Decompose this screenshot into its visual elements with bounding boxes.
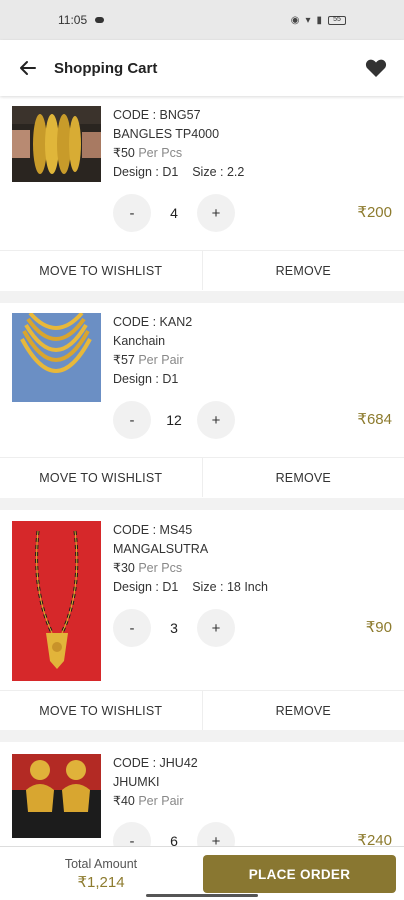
decrease-qty-button[interactable]: - <box>113 194 151 232</box>
total-amount-block: Total Amount ₹1,214 <box>0 857 202 891</box>
product-design: Design : D1 <box>113 165 179 179</box>
product-info: CODE : MS45 MANGALSUTRA ₹30 Per Pcs Desi… <box>113 521 268 597</box>
app-bar: Shopping Cart <box>0 40 404 96</box>
quantity-stepper: - 4 + <box>113 194 235 232</box>
product-price-line: ₹50 Per Pcs <box>113 144 244 163</box>
product-info: CODE : JHU42 JHUMKI ₹40 Per Pair <box>113 754 198 811</box>
product-spec-line: Design : D1 Size : 18 Inch <box>113 578 268 597</box>
quantity-value: 3 <box>170 620 178 636</box>
product-unit: Per Pair <box>138 353 184 367</box>
cart-list[interactable]: CODE : BNG57 BANGLES TP4000 ₹50 Per Pcs … <box>0 96 404 846</box>
move-to-wishlist-button[interactable]: MOVE TO WISHLIST <box>0 251 202 290</box>
notification-icon <box>95 17 105 23</box>
quantity-value: 12 <box>166 412 182 428</box>
product-price-line: ₹30 Per Pcs <box>113 559 268 578</box>
increase-qty-button[interactable]: + <box>197 194 235 232</box>
total-amount-value: ₹1,214 <box>77 873 125 891</box>
product-unit: Per Pair <box>138 794 184 808</box>
product-name: MANGALSUTRA <box>113 542 209 556</box>
hotspot-icon: ◉ <box>290 14 300 26</box>
signal-icon: ▮ <box>316 14 322 26</box>
item-actions: MOVE TO WISHLIST REMOVE <box>0 457 404 497</box>
product-image[interactable] <box>12 313 101 402</box>
product-unit: Per Pcs <box>138 561 183 575</box>
item-actions: MOVE TO WISHLIST REMOVE <box>0 690 404 730</box>
status-time: 11:05 <box>58 13 88 27</box>
product-info: CODE : BNG57 BANGLES TP4000 ₹50 Per Pcs … <box>113 106 244 182</box>
increase-qty-button[interactable]: + <box>197 401 235 439</box>
cart-item: CODE : BNG57 BANGLES TP4000 ₹50 Per Pcs … <box>0 96 404 291</box>
wishlist-button[interactable] <box>362 54 390 82</box>
page-title: Shopping Cart <box>54 59 158 77</box>
quantity-value: 6 <box>170 833 178 846</box>
product-size: Size : 2.2 <box>192 165 245 179</box>
decrease-qty-button[interactable]: - <box>113 401 151 439</box>
remove-button[interactable]: REMOVE <box>201 691 404 730</box>
product-info: CODE : KAN2 Kanchain ₹57 Per Pair Design… <box>113 313 192 389</box>
product-code: CODE : MS45 <box>113 523 193 537</box>
arrow-left-icon <box>20 61 36 75</box>
product-design: Design : D1 <box>113 372 179 386</box>
status-icons: ◉ ▾ ▮ 55 <box>291 15 346 26</box>
item-total: ₹90 <box>365 619 392 636</box>
heart-icon <box>365 59 387 77</box>
wifi-icon: ▾ <box>305 14 311 26</box>
quantity-stepper: - 12 + <box>113 401 235 439</box>
product-name: BANGLES TP4000 <box>113 127 220 141</box>
product-design: Design : D1 <box>113 580 179 594</box>
total-amount-label: Total Amount <box>64 856 138 871</box>
quantity-stepper: - 3 + <box>113 609 235 647</box>
move-to-wishlist-button[interactable]: MOVE TO WISHLIST <box>0 458 202 497</box>
battery-icon: 55 <box>328 15 346 25</box>
increase-qty-button[interactable]: + <box>197 609 235 647</box>
product-spec-line: Design : D1 Size : 2.2 <box>113 163 244 182</box>
remove-button[interactable]: REMOVE <box>201 458 404 497</box>
quantity-stepper: - 6 + <box>113 822 235 846</box>
product-code: CODE : JHU42 <box>113 756 198 770</box>
move-to-wishlist-button[interactable]: MOVE TO WISHLIST <box>0 691 202 730</box>
product-code: CODE : KAN2 <box>113 315 193 329</box>
product-price-line: ₹40 Per Pair <box>113 792 198 811</box>
product-image[interactable] <box>12 521 101 681</box>
product-code: CODE : BNG57 <box>113 108 201 122</box>
product-unit: Per Pcs <box>138 146 183 160</box>
product-price: ₹57 <box>113 353 135 367</box>
increase-qty-button[interactable]: + <box>197 822 235 846</box>
product-image[interactable] <box>12 754 101 838</box>
decrease-qty-button[interactable]: - <box>113 822 151 846</box>
product-image[interactable] <box>12 106 101 182</box>
decrease-qty-button[interactable]: - <box>113 609 151 647</box>
item-actions: MOVE TO WISHLIST REMOVE <box>0 250 404 290</box>
product-price: ₹50 <box>113 146 135 160</box>
status-time-group: 11:05 <box>58 13 105 27</box>
product-price-line: ₹57 Per Pair <box>113 351 192 370</box>
product-price: ₹40 <box>113 794 135 808</box>
product-spec-line: Design : D1 <box>113 370 192 389</box>
gesture-bar[interactable] <box>146 894 258 897</box>
product-name: JHUMKI <box>113 775 160 789</box>
product-size: Size : 18 Inch <box>192 580 268 594</box>
back-button[interactable] <box>14 54 42 82</box>
item-total: ₹240 <box>357 832 392 846</box>
item-total: ₹200 <box>357 204 392 221</box>
cart-item: CODE : KAN2 Kanchain ₹57 Per Pair Design… <box>0 303 404 498</box>
cart-item: CODE : JHU42 JHUMKI ₹40 Per Pair - 6 + ₹… <box>0 742 404 846</box>
cart-item: CODE : MS45 MANGALSUTRA ₹30 Per Pcs Desi… <box>0 510 404 730</box>
status-bar: 11:05 ◉ ▾ ▮ 55 <box>0 0 404 40</box>
place-order-button[interactable]: PLACE ORDER <box>203 855 396 893</box>
remove-button[interactable]: REMOVE <box>201 251 404 290</box>
product-name: Kanchain <box>113 334 166 348</box>
product-price: ₹30 <box>113 561 135 575</box>
quantity-value: 4 <box>170 205 178 221</box>
item-total: ₹684 <box>357 411 392 428</box>
checkout-bar: Total Amount ₹1,214 PLACE ORDER <box>0 846 404 900</box>
